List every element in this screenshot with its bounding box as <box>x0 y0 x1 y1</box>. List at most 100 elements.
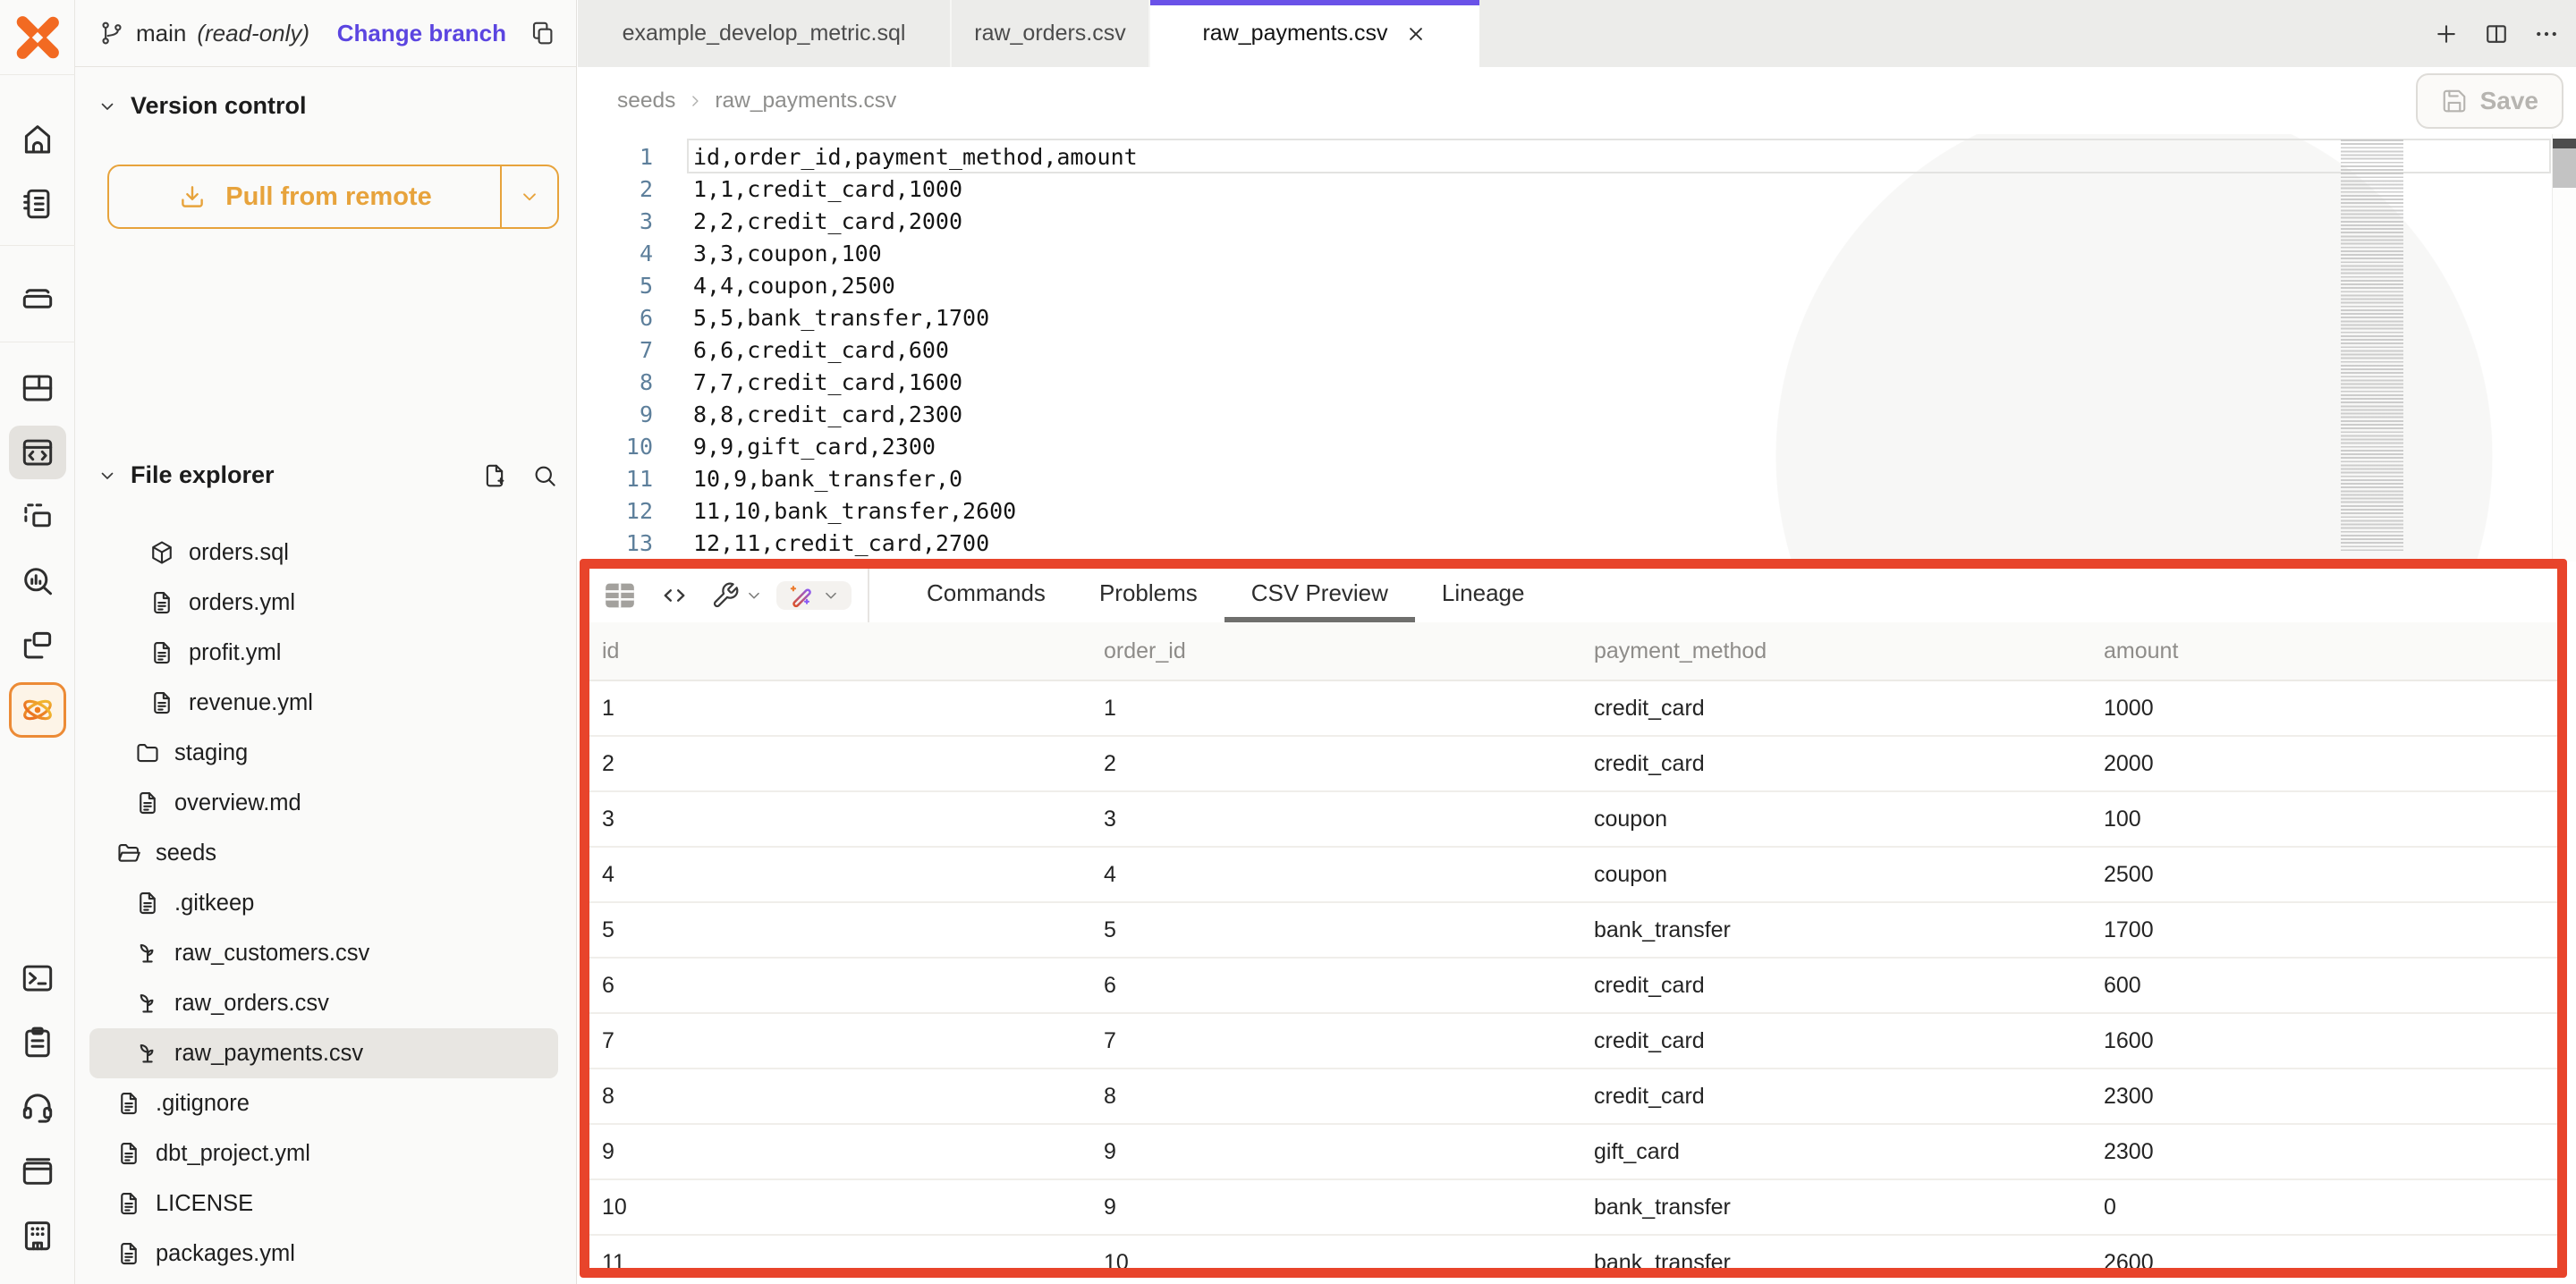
file-revenue.yml[interactable]: revenue.yml <box>89 678 558 728</box>
file-overview.md[interactable]: overview.md <box>89 778 558 828</box>
pull-from-remote-button[interactable]: Pull from remote <box>107 165 559 229</box>
tab-raw_orders.csv[interactable]: raw_orders.csv <box>952 0 1150 67</box>
rail-terminal[interactable] <box>0 946 75 1010</box>
table-row: 11credit_card1000 <box>589 681 2557 737</box>
more-options-icon[interactable] <box>2526 13 2567 55</box>
rail-organization[interactable] <box>0 1204 75 1268</box>
branch-readonly-label: (read-only) <box>197 20 309 47</box>
plus-icon <box>2433 21 2460 47</box>
tools-wrench-button[interactable] <box>711 581 764 610</box>
table-row: 33coupon100 <box>589 792 2557 848</box>
panel-tab-Lineage[interactable]: Lineage <box>1415 569 1552 622</box>
seed-icon <box>134 990 161 1017</box>
file-.gitignore[interactable]: .gitignore <box>89 1078 558 1128</box>
pull-from-remote-main[interactable]: Pull from remote <box>109 166 500 227</box>
tab-example_develop_metric.sql[interactable]: example_develop_metric.sql <box>578 0 952 67</box>
rail-code-editor[interactable] <box>0 420 75 485</box>
line-number: 4 <box>578 238 653 270</box>
search-icon[interactable] <box>531 462 558 489</box>
rail-clipboard[interactable] <box>0 1010 75 1075</box>
panel-tab-Commands[interactable]: Commands <box>900 569 1072 622</box>
table-cell: 9 <box>1091 1195 1581 1221</box>
file-staging[interactable]: staging <box>89 728 558 778</box>
line-number: 13 <box>578 528 653 560</box>
breadcrumb-folder[interactable]: seeds <box>617 89 675 114</box>
code-line: 11,10,bank_transfer,2600 <box>693 495 1138 528</box>
table-cell: 4 <box>1091 862 1581 888</box>
line-number: 7 <box>578 334 653 367</box>
version-control-header[interactable]: Version control <box>75 67 576 120</box>
pull-options-dropdown[interactable] <box>500 166 557 227</box>
code-view-icon[interactable] <box>659 580 690 611</box>
code-line: 2,2,credit_card,2000 <box>693 206 1138 238</box>
editor-scrollbar[interactable] <box>2552 134 2576 562</box>
new-tab-plus-icon[interactable] <box>2426 13 2467 55</box>
tab-label: raw_orders.csv <box>974 21 1126 46</box>
new-file-icon[interactable] <box>481 462 508 489</box>
file-name: revenue.yml <box>189 690 313 716</box>
save-button[interactable]: Save <box>2416 73 2563 129</box>
change-branch-link[interactable]: Change branch <box>337 20 506 47</box>
column-header-order_id: order_id <box>1091 638 1581 664</box>
rail-canvas-select[interactable] <box>0 485 75 549</box>
rail-data-insights[interactable] <box>0 549 75 613</box>
line-number: 5 <box>578 270 653 302</box>
rail-apps-window[interactable] <box>0 613 75 678</box>
table-cell: credit_card <box>1581 1084 2091 1110</box>
rail-notebook[interactable] <box>0 172 75 236</box>
table-cell: 1000 <box>2091 696 2557 722</box>
table-cell: 1 <box>1091 696 1581 722</box>
file-icon <box>115 1190 142 1217</box>
file-.gitkeep[interactable]: .gitkeep <box>89 878 558 928</box>
rail-home[interactable] <box>0 107 75 172</box>
minimap[interactable] <box>2341 139 2403 551</box>
file-orders.yml[interactable]: orders.yml <box>89 578 558 628</box>
line-number: 10 <box>578 431 653 463</box>
code-line: 7,7,credit_card,1600 <box>693 367 1138 399</box>
split-editor-icon[interactable] <box>2476 13 2517 55</box>
file-icon <box>148 639 175 666</box>
file-LICENSE[interactable]: LICENSE <box>89 1178 558 1229</box>
file-raw_payments.csv[interactable]: raw_payments.csv <box>89 1028 558 1078</box>
chevron-down-icon <box>97 96 118 117</box>
panel-tab-CSV Preview[interactable]: CSV Preview <box>1224 569 1415 622</box>
external-window-icon <box>19 627 56 664</box>
file-orders.sql[interactable]: orders.sql <box>89 528 558 578</box>
save-label: Save <box>2480 87 2538 115</box>
rail-dashboards[interactable] <box>0 356 75 420</box>
app-logo[interactable] <box>0 0 75 75</box>
file-dbt_project.yml[interactable]: dbt_project.yml <box>89 1128 558 1178</box>
rail-support[interactable] <box>0 1075 75 1139</box>
panel-tab-Problems[interactable]: Problems <box>1072 569 1224 622</box>
table-cell: gift_card <box>1581 1139 2091 1165</box>
file-raw_orders.csv[interactable]: raw_orders.csv <box>89 978 558 1028</box>
file-name: profit.yml <box>189 640 281 666</box>
rail-data-drawer[interactable] <box>0 264 75 328</box>
file-name: .gitignore <box>156 1091 250 1117</box>
code-line: 3,3,coupon,100 <box>693 238 1138 270</box>
copy-icon[interactable] <box>530 20 556 46</box>
rail-ai-assistant[interactable] <box>0 678 75 742</box>
code-editor[interactable]: 12345678910111213 id,order_id,payment_me… <box>578 134 2576 562</box>
toolbar-divider <box>868 569 869 622</box>
tab-raw_payments.csv[interactable]: raw_payments.csv <box>1150 0 1479 67</box>
scrollbar-thumb[interactable] <box>2553 148 2576 188</box>
file-explorer-header[interactable]: File explorer <box>75 461 576 489</box>
file-explorer-title: File explorer <box>131 461 275 489</box>
table-row: 44coupon2500 <box>589 848 2557 903</box>
rail-windows[interactable] <box>0 1139 75 1204</box>
ai-magic-button[interactable] <box>776 581 852 610</box>
file-name: raw_payments.csv <box>174 1041 363 1067</box>
folder-icon <box>134 739 161 766</box>
table-cell: credit_card <box>1581 973 2091 999</box>
download-icon <box>177 182 208 212</box>
close-icon[interactable] <box>1404 22 1428 46</box>
file-seeds[interactable]: seeds <box>89 828 558 878</box>
file-profit.yml[interactable]: profit.yml <box>89 628 558 678</box>
rail-group-bottom <box>0 946 75 1284</box>
table-cell: 6 <box>589 973 1091 999</box>
file-raw_customers.csv[interactable]: raw_customers.csv <box>89 928 558 978</box>
file-packages.yml[interactable]: packages.yml <box>89 1229 558 1279</box>
results-table-icon[interactable] <box>602 578 638 613</box>
table-cell: 1 <box>589 696 1091 722</box>
